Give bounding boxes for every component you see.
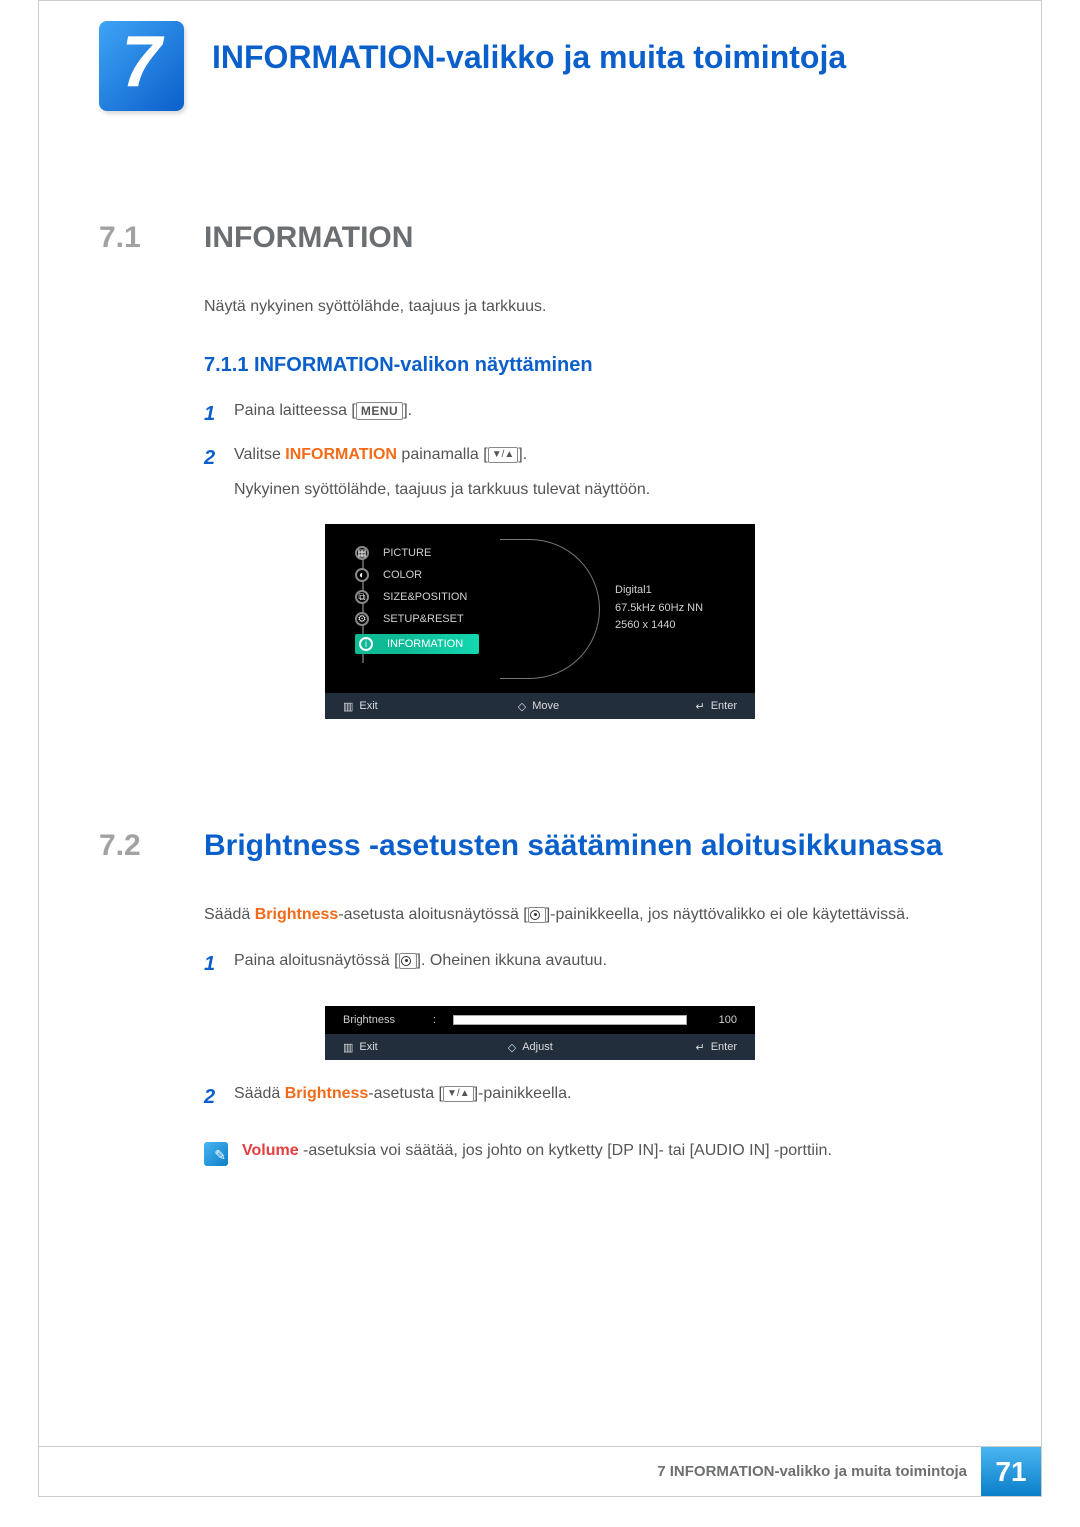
osd-item-size-position: ⧉ SIZE&POSITION xyxy=(355,586,479,608)
section-title: Brightness -asetusten säätäminen aloitus… xyxy=(204,829,943,863)
section-title: INFORMATION xyxy=(204,221,413,255)
osd-footer: ▥ Exit ◇ Move ↵ Enter xyxy=(325,693,755,719)
step-2-72: 2 Säädä Brightness-asetusta [/]-painikke… xyxy=(204,1080,981,1114)
enter-icon: ↵ xyxy=(695,700,704,713)
section-number: 7.1 xyxy=(99,221,204,255)
osd-info-resolution: 2560 x 1440 xyxy=(615,617,703,635)
information-icon: i xyxy=(359,637,373,651)
osd-curve-decoration xyxy=(500,539,600,679)
jog-button-icon xyxy=(528,907,546,923)
exit-icon: ▥ xyxy=(343,700,353,713)
text: Valitse xyxy=(234,446,285,463)
osd-item-setup-reset: ⚙ SETUP&RESET xyxy=(355,608,479,630)
step-text: Paina aloitusnäytössä [ ]. Oheinen ikkuna… xyxy=(234,947,981,974)
step-text: Säädä Brightness-asetusta [/]-painikkeel… xyxy=(234,1080,981,1107)
menu-button-icon: MENU xyxy=(356,402,403,420)
osd-footer-exit: Exit xyxy=(359,1041,377,1053)
highlight: INFORMATION xyxy=(285,446,397,463)
note-text: Volume -asetuksia voi säätää, jos johto … xyxy=(242,1142,832,1160)
jog-button-icon xyxy=(399,953,417,969)
down-up-arrow-icon: / xyxy=(443,1086,474,1102)
page-footer: 7 INFORMATION-valikko ja muita toimintoj… xyxy=(39,1446,1041,1496)
osd-item-color: ◐ COLOR xyxy=(355,564,479,586)
text: ]-painikkeella, jos näyttövalikko ei ole… xyxy=(546,906,910,923)
text: ]. xyxy=(518,446,527,463)
chapter-number-badge: 7 xyxy=(99,21,184,111)
step-text: Paina laitteessa [MENU]. xyxy=(234,397,981,424)
text: -asetuksia voi säätää, jos johto on kytk… xyxy=(299,1142,832,1159)
osd-brightness-bar xyxy=(453,1015,687,1025)
chapter-title: INFORMATION-valikko ja muita toimintoja xyxy=(212,39,846,76)
text: Säädä xyxy=(234,1085,285,1102)
osd-footer: ▥ Exit ◇ Adjust ↵ Enter xyxy=(325,1034,755,1060)
osd-item-information: i INFORMATION xyxy=(355,630,479,658)
osd-item-picture: ▦ PICTURE xyxy=(355,542,479,564)
down-up-arrow-icon: / xyxy=(488,447,519,463)
section-number: 7.2 xyxy=(99,829,204,863)
section-7-1-heading: 7.1 INFORMATION xyxy=(99,221,981,255)
text: -asetusta [ xyxy=(368,1085,443,1102)
osd-brightness-value: 100 xyxy=(687,1014,737,1026)
step-number: 1 xyxy=(204,947,234,981)
step-text: Valitse INFORMATION painamalla [/]. xyxy=(234,441,981,468)
adjust-icon: ◇ xyxy=(508,1041,516,1054)
osd-brightness-label: Brightness xyxy=(343,1014,433,1026)
move-icon: ◇ xyxy=(518,700,526,713)
section-7-2-heading: 7.2 Brightness -asetusten säätäminen alo… xyxy=(99,829,981,863)
osd-footer-exit: Exit xyxy=(359,700,377,712)
subsection-7-1-1-heading: 7.1.1 INFORMATION-valikon näyttäminen xyxy=(204,354,981,377)
manual-page: 7 INFORMATION-valikko ja muita toimintoj… xyxy=(38,0,1042,1497)
size-position-icon: ⧉ xyxy=(355,590,369,604)
text: ]. xyxy=(403,402,412,419)
osd-brightness-row: Brightness : 100 xyxy=(325,1006,755,1034)
text: Paina aloitusnäytössä [ xyxy=(234,952,399,969)
exit-icon: ▥ xyxy=(343,1041,353,1054)
osd-info-freq: 67.5kHz 60Hz NN xyxy=(615,600,703,618)
setup-reset-icon: ⚙ xyxy=(355,612,369,626)
note-row: Volume -asetuksia voi säätää, jos johto … xyxy=(204,1142,981,1166)
highlight: Brightness xyxy=(255,906,339,923)
footer-chapter-text: 7 INFORMATION-valikko ja muita toimintoj… xyxy=(657,1447,981,1496)
text: Paina laitteessa [ xyxy=(234,402,356,419)
step-1-72: 1 Paina aloitusnäytössä [ ]. Oheinen ikku… xyxy=(204,947,981,981)
osd-footer-enter: Enter xyxy=(711,700,737,712)
step-number: 1 xyxy=(204,397,234,431)
text: painamalla [ xyxy=(397,446,488,463)
step-2-note: Nykyinen syöttölähde, taajuus ja tarkkuu… xyxy=(234,481,981,499)
osd-info-source: Digital1 xyxy=(615,582,703,600)
osd-menu-list: ▦ PICTURE ◐ COLOR ⧉ SIZE&POSITION ⚙ SETUP&RE… xyxy=(355,542,479,658)
step-number: 2 xyxy=(204,1080,234,1114)
osd-footer-enter: Enter xyxy=(711,1041,737,1053)
step-2: 2 Valitse INFORMATION painamalla [/]. xyxy=(204,441,981,475)
color-icon: ◐ xyxy=(355,568,369,582)
text: ]-painikkeella. xyxy=(474,1085,572,1102)
osd-footer-adjust: Adjust xyxy=(522,1041,553,1053)
step-number: 2 xyxy=(204,441,234,475)
chapter-header: 7 INFORMATION-valikko ja muita toimintoj… xyxy=(39,1,1041,111)
enter-icon: ↵ xyxy=(695,1041,704,1054)
osd-item-label: COLOR xyxy=(383,569,422,581)
osd-brightness-panel: Brightness : 100 ▥ Exit ◇ Adjust ↵ Enter xyxy=(325,1006,755,1060)
colon: : xyxy=(433,1014,453,1026)
osd-information-menu: ▦ PICTURE ◐ COLOR ⧉ SIZE&POSITION ⚙ SETUP&RE… xyxy=(325,524,755,719)
section-7-1-intro: Näytä nykyinen syöttölähde, taajuus ja t… xyxy=(204,295,981,319)
osd-item-label: SETUP&RESET xyxy=(383,613,464,625)
text: ]. Oheinen ikkuna avautuu. xyxy=(417,952,607,969)
footer-page-number: 71 xyxy=(981,1447,1041,1496)
section-7-2-intro: Säädä Brightness-asetusta aloitusnäytöss… xyxy=(204,903,981,927)
highlight: Brightness xyxy=(285,1085,369,1102)
osd-item-label: SIZE&POSITION xyxy=(383,591,467,603)
text: -asetusta aloitusnäytössä [ xyxy=(338,906,527,923)
text: Säädä xyxy=(204,906,255,923)
step-1: 1 Paina laitteessa [MENU]. xyxy=(204,397,981,431)
picture-icon: ▦ xyxy=(355,546,369,560)
highlight: Volume xyxy=(242,1142,299,1159)
osd-item-label: PICTURE xyxy=(383,547,431,559)
osd-info-panel: Digital1 67.5kHz 60Hz NN 2560 x 1440 xyxy=(615,582,703,635)
osd-item-label: INFORMATION xyxy=(387,638,463,650)
osd-footer-move: Move xyxy=(532,700,559,712)
note-icon xyxy=(204,1142,228,1166)
